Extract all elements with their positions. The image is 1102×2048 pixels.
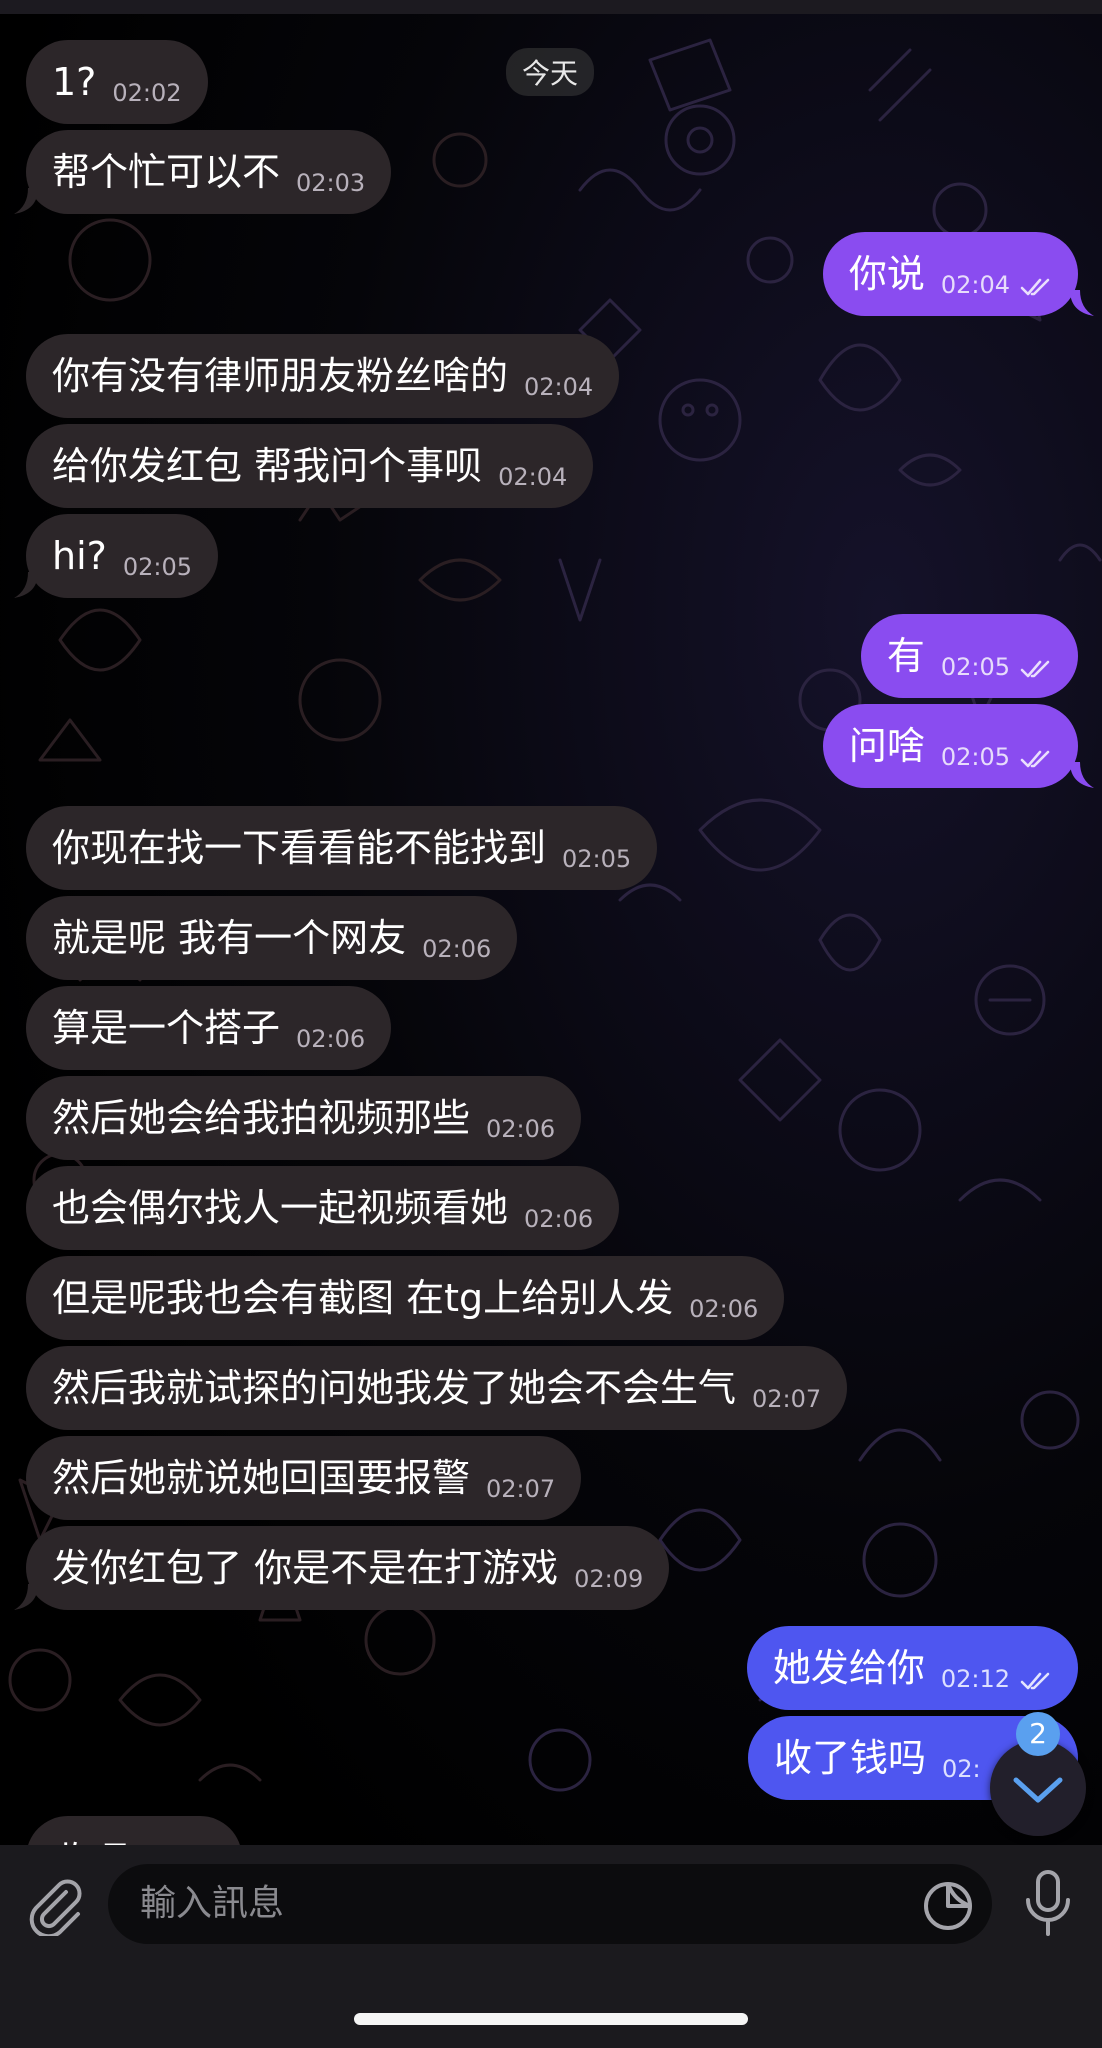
message-time: 02:02 [112, 79, 182, 107]
message-text: 算是一个搭子 [52, 1006, 281, 1050]
incoming-message[interactable]: 然后她就说她回国要报警 02:07 [26, 1436, 582, 1520]
message-time: 02:05 [940, 653, 1010, 681]
message-text: 然后我就试探的问她我发了她会不会生气 [52, 1366, 737, 1410]
outgoing-message[interactable]: 问啥 02:05 [822, 704, 1078, 788]
message-text: 给你发红包 帮我问个事呗 [52, 444, 483, 488]
paperclip-icon[interactable] [22, 1872, 86, 1936]
message-time: 02:04 [498, 463, 568, 491]
outgoing-message[interactable]: 她发给你 02:12 [746, 1626, 1078, 1710]
incoming-message[interactable]: 1? 02:02 [26, 40, 208, 124]
bubble-tail [14, 188, 38, 214]
message-time: 02:09 [574, 1565, 644, 1593]
bubble-tail [1070, 762, 1094, 788]
incoming-message[interactable]: 算是一个搭子 02:06 [26, 986, 392, 1070]
message-time: 02:03 [296, 169, 366, 197]
double-check-icon [1020, 660, 1050, 678]
top-edge [0, 0, 1102, 14]
incoming-message[interactable]: hi? 02:05 [26, 514, 218, 598]
message-text: 然后她就说她回国要报警 [52, 1456, 471, 1500]
message-text: hi? [52, 534, 107, 578]
message-input[interactable]: 輸入訊息 [108, 1864, 992, 1944]
message-text: 问啥 [848, 724, 925, 768]
outgoing-message[interactable]: 有 02:05 [860, 614, 1078, 698]
message-time: 02:07 [752, 1385, 822, 1413]
message-text: 发你红包了 你是不是在打游戏 [52, 1546, 559, 1590]
double-check-icon [1020, 278, 1050, 296]
message-text: 有 [886, 634, 925, 678]
incoming-message[interactable]: 你现在找一下看看能不能找到 02:05 [26, 806, 658, 890]
message-text: 1? [52, 60, 97, 104]
incoming-message[interactable]: 发你红包了 你是不是在打游戏 02:09 [26, 1526, 670, 1610]
bubble-tail [14, 1584, 38, 1610]
chat-screen: 今天 1? 02:02 帮个忙可以不 02:03 你说 02:04 你有没有律师… [0, 0, 1102, 2048]
message-text: 你现在找一下看看能不能找到 [52, 826, 547, 870]
message-time: 02:04 [940, 271, 1010, 299]
message-text: 你有没有律师朋友粉丝啥的 [52, 354, 509, 398]
message-time: 02:12 [940, 1665, 1010, 1693]
message-time: 02: [942, 1755, 981, 1783]
incoming-message[interactable]: 你有没有律师朋友粉丝啥的 02:04 [26, 334, 620, 418]
message-time: 02:06 [524, 1205, 594, 1233]
message-time: 02:06 [689, 1295, 759, 1323]
message-time: 02:05 [940, 743, 1010, 771]
message-time: 02:05 [122, 553, 192, 581]
sticker-icon[interactable] [920, 1878, 976, 1934]
incoming-message[interactable]: 就是呢 我有一个网友 02:06 [26, 896, 518, 980]
double-check-icon [1020, 1672, 1050, 1690]
unread-badge: 2 [1016, 1712, 1060, 1756]
message-text: 也会偶尔找人一起视频看她 [52, 1186, 509, 1230]
message-text: 帮个忙可以不 [52, 150, 281, 194]
double-check-icon [1020, 750, 1050, 768]
bubble-tail [14, 572, 38, 598]
message-time: 02:06 [296, 1025, 366, 1053]
date-separator: 今天 [506, 48, 595, 96]
message-text: 收了钱吗 [774, 1736, 927, 1780]
message-text: 但是呢我也会有截图 在tg上给别人发 [52, 1276, 674, 1320]
message-time: 02:05 [562, 845, 632, 873]
message-time: 02:06 [422, 935, 492, 963]
home-indicator[interactable] [354, 2013, 748, 2025]
microphone-icon[interactable] [1020, 1868, 1076, 1940]
incoming-message[interactable]: 但是呢我也会有截图 在tg上给别人发 02:06 [26, 1256, 785, 1340]
message-text: 然后她会给我拍视频那些 [52, 1096, 471, 1140]
incoming-message[interactable]: 然后她会给我拍视频那些 02:06 [26, 1076, 582, 1160]
incoming-message[interactable]: 给你发红包 帮我问个事呗 02:04 [26, 424, 594, 508]
message-text: 她发给你 [772, 1646, 925, 1690]
incoming-message[interactable]: 也会偶尔找人一起视频看她 02:06 [26, 1166, 620, 1250]
message-text: 就是呢 我有一个网友 [52, 916, 407, 960]
message-time: 02:04 [524, 373, 594, 401]
bubble-tail [1070, 290, 1094, 316]
outgoing-message[interactable]: 你说 02:04 [822, 232, 1078, 316]
message-text: 你说 [848, 252, 925, 296]
message-time: 02:07 [486, 1475, 556, 1503]
incoming-message[interactable]: 帮个忙可以不 02:03 [26, 130, 392, 214]
incoming-message[interactable]: 然后我就试探的问她我发了她会不会生气 02:07 [26, 1346, 848, 1430]
message-time: 02:06 [486, 1115, 556, 1143]
